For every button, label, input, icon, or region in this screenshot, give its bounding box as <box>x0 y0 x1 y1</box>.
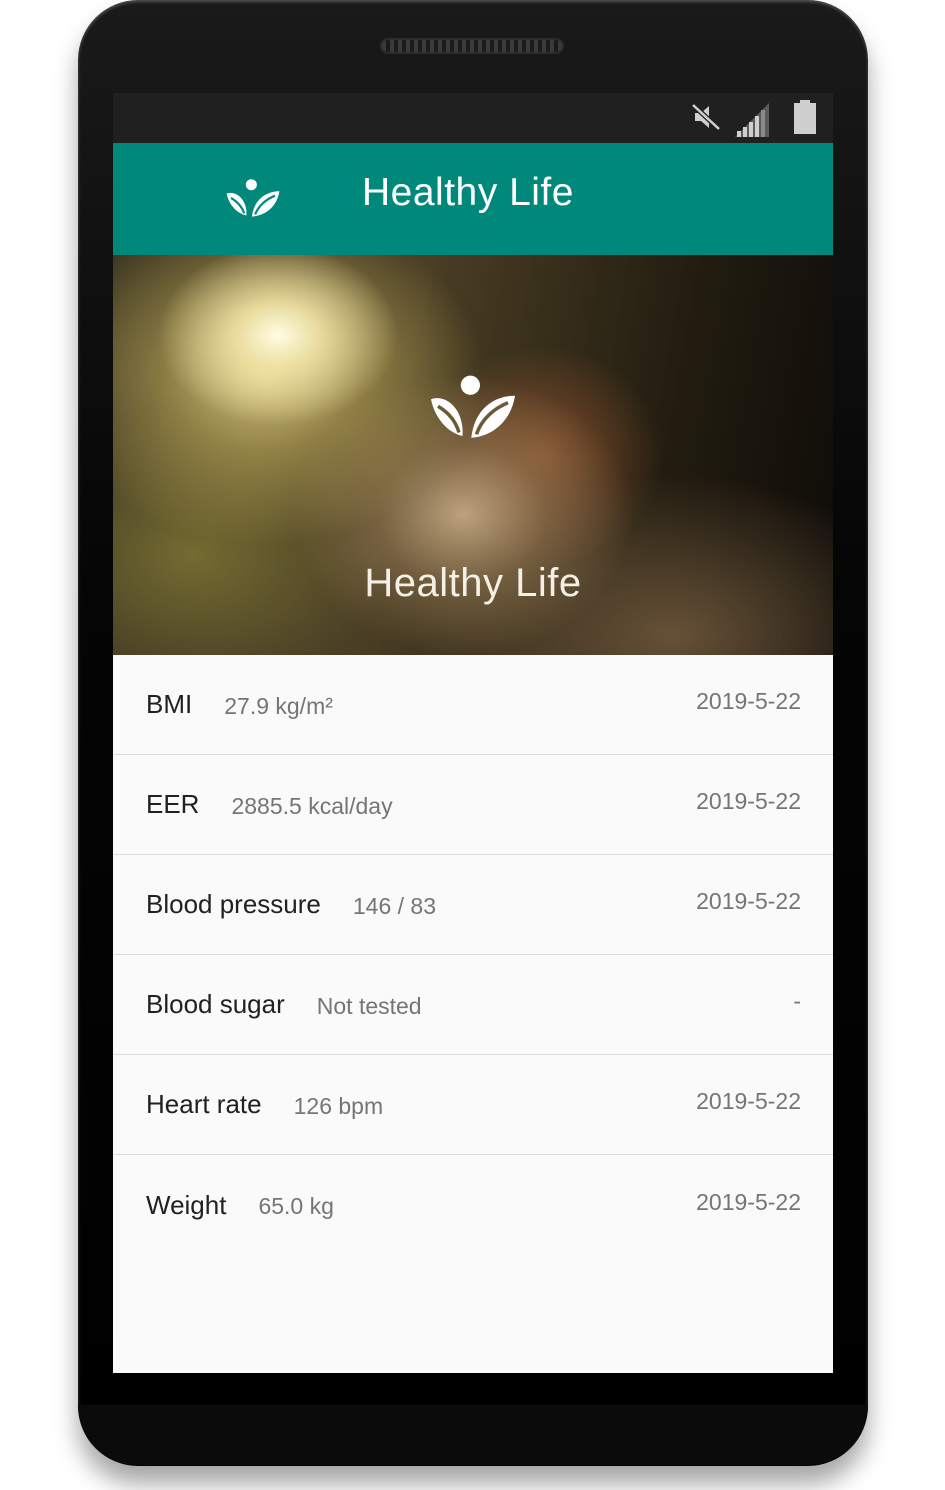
metric-name: Blood pressure <box>146 889 321 919</box>
speaker-grille <box>380 38 564 54</box>
metric-row-weight[interactable]: Weight 65.0 kg 2019-5-22 <box>113 1155 833 1255</box>
phone-bottom-bezel <box>78 1405 868 1465</box>
app-title: Healthy Life <box>362 171 574 214</box>
metric-date: 2019-5-22 <box>696 888 801 914</box>
metric-row-blood-sugar[interactable]: Blood sugar Not tested - <box>113 955 833 1055</box>
app-bar: Healthy Life <box>113 143 833 255</box>
metric-row-heart-rate[interactable]: Heart rate 126 bpm 2019-5-22 <box>113 1055 833 1155</box>
metric-date: 2019-5-22 <box>696 1188 801 1215</box>
metric-name: Blood sugar <box>146 989 285 1019</box>
metric-date: 2019-5-22 <box>696 1088 801 1114</box>
metric-name: Weight <box>146 1189 227 1220</box>
mute-icon <box>691 103 721 131</box>
metric-list: BMI 27.9 kg/m² 2019-5-22 EER 2885.5 kcal… <box>113 655 833 1255</box>
metric-date: 2019-5-22 <box>696 688 801 714</box>
metric-date: - <box>793 988 801 1014</box>
metric-date: 2019-5-22 <box>696 788 801 814</box>
metric-value: 146 / 83 <box>352 892 437 919</box>
metric-value: 2885.5 kcal/day <box>231 792 393 819</box>
leaf-logo-icon <box>431 375 515 438</box>
metric-row-bmi[interactable]: BMI 27.9 kg/m² 2019-5-22 <box>113 655 833 755</box>
metric-name: BMI <box>146 689 193 719</box>
metric-name: Heart rate <box>146 1089 262 1119</box>
leaf-logo-icon <box>226 179 280 217</box>
status-bar <box>113 93 833 143</box>
screen: Healthy Life Healthy Life BMI 27.9 kg/m²… <box>113 93 833 1373</box>
metric-value: 126 bpm <box>293 1092 384 1119</box>
hero-title: Healthy Life <box>364 561 582 605</box>
battery-icon <box>794 100 816 134</box>
metric-value: 65.0 kg <box>258 1193 334 1219</box>
metric-value: Not tested <box>316 992 422 1019</box>
metric-name: EER <box>146 789 200 819</box>
metric-row-blood-pressure[interactable]: Blood pressure 146 / 83 2019-5-22 <box>113 855 833 955</box>
metric-row-eer[interactable]: EER 2885.5 kcal/day 2019-5-22 <box>113 755 833 855</box>
hero-banner: Healthy Life <box>113 255 833 655</box>
signal-icon <box>735 103 769 137</box>
metric-value: 27.9 kg/m² <box>224 692 333 719</box>
